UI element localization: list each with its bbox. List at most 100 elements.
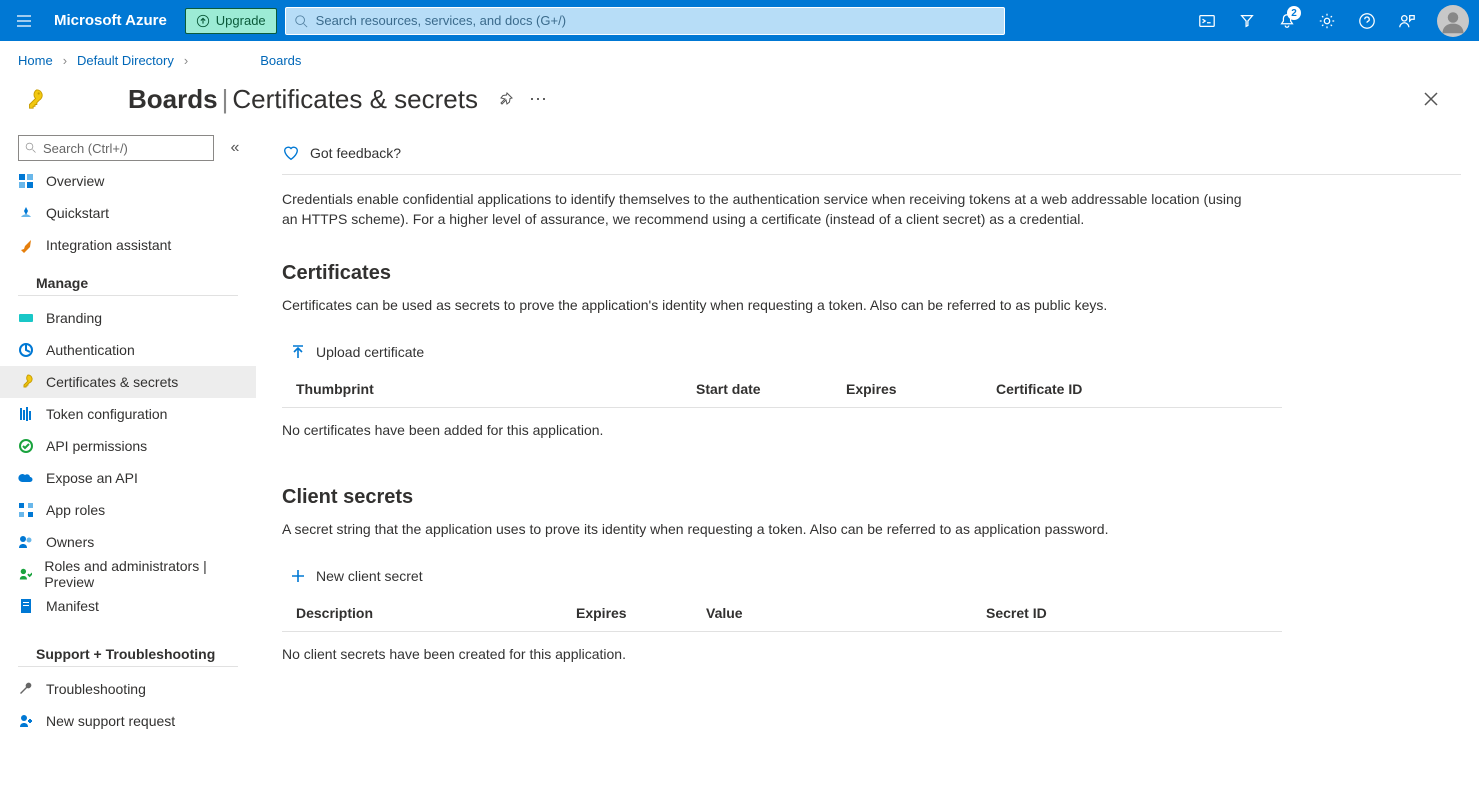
sidebar-item-label: Roles and administrators | Preview [44, 558, 238, 590]
breadcrumb-home[interactable]: Home [18, 53, 53, 68]
chevron-icon: › [184, 53, 188, 68]
notification-badge: 2 [1287, 6, 1301, 20]
admin-icon [18, 566, 32, 582]
account-button[interactable] [1437, 5, 1469, 37]
sidebar-item-expose-api[interactable]: Expose an API [0, 462, 256, 494]
upgrade-button[interactable]: Upgrade [185, 8, 277, 34]
help-button[interactable] [1347, 0, 1387, 41]
sidebar-item-owners[interactable]: Owners [0, 526, 256, 558]
gear-icon [1318, 12, 1336, 30]
help-icon [1358, 12, 1376, 30]
sidebar-group-manage: Manage [18, 261, 238, 296]
main-content: Got feedback? Credentials enable confide… [256, 131, 1479, 750]
sidebar-item-roles-admins[interactable]: Roles and administrators | Preview [0, 558, 256, 590]
certificates-desc: Certificates can be used as secrets to p… [282, 297, 1461, 313]
sidebar-item-label: Authentication [46, 342, 135, 358]
feedback-link[interactable]: Got feedback? [282, 131, 1461, 175]
new-client-secret-button[interactable]: New client secret [290, 557, 1461, 595]
sidebar-item-label: Token configuration [46, 406, 167, 422]
rocket-icon [18, 237, 34, 253]
cloud-shell-button[interactable] [1187, 0, 1227, 41]
app-key-icon [18, 88, 128, 110]
certificates-table: Thumbprint Start date Expires Certificat… [282, 371, 1282, 408]
upload-certificate-label: Upload certificate [316, 344, 424, 360]
roles-icon [18, 502, 34, 518]
sidebar-item-label: Expose an API [46, 470, 138, 486]
sidebar-item-label: Branding [46, 310, 102, 326]
new-client-secret-label: New client secret [316, 568, 423, 584]
breadcrumb-app[interactable]: Boards [260, 53, 301, 68]
sidebar-item-label: New support request [46, 713, 175, 729]
top-bar: Microsoft Azure Upgrade Search resources… [0, 0, 1479, 41]
sidebar-item-integration[interactable]: Integration assistant [0, 229, 256, 261]
search-icon [25, 142, 37, 154]
brand-label[interactable]: Microsoft Azure [48, 12, 185, 29]
sidebar-item-authentication[interactable]: Authentication [0, 334, 256, 366]
col-thumbprint: Thumbprint [282, 371, 682, 408]
cloud-icon [18, 470, 34, 486]
sidebar-item-branding[interactable]: Branding [0, 302, 256, 334]
intro-text: Credentials enable confidential applicat… [282, 189, 1242, 230]
sidebar-item-label: Owners [46, 534, 94, 550]
breadcrumb: Home › Default Directory › Boards [0, 41, 1479, 79]
key-icon [18, 374, 34, 390]
sidebar-item-label: Troubleshooting [46, 681, 146, 697]
hamburger-icon[interactable] [0, 0, 48, 41]
pin-button[interactable] [490, 83, 522, 115]
certificates-empty: No certificates have been added for this… [282, 422, 1461, 438]
sidebar-item-app-roles[interactable]: App roles [0, 494, 256, 526]
col-certificate-id: Certificate ID [982, 371, 1282, 408]
menu-icon [16, 13, 32, 29]
sidebar-group-support: Support + Troubleshooting [18, 632, 238, 667]
avatar-icon [1439, 7, 1467, 35]
plus-icon [290, 568, 306, 584]
certificates-heading: Certificates [282, 262, 1461, 285]
collapse-sidebar-button[interactable]: « [222, 135, 248, 161]
secrets-desc: A secret string that the application use… [282, 521, 1461, 537]
branding-icon [18, 310, 34, 326]
sidebar-item-quickstart[interactable]: Quickstart [0, 197, 256, 229]
upload-certificate-button[interactable]: Upload certificate [290, 333, 1461, 371]
sidebar-item-label: Overview [46, 173, 104, 189]
col-value: Value [692, 595, 972, 632]
sidebar-item-token[interactable]: Token configuration [0, 398, 256, 430]
sidebar-item-overview[interactable]: Overview [0, 165, 256, 197]
token-icon [18, 406, 34, 422]
sidebar-search[interactable]: Search (Ctrl+/) [18, 135, 214, 161]
person-feedback-icon [1398, 12, 1416, 30]
sidebar-item-label: Integration assistant [46, 237, 171, 253]
search-icon [294, 14, 308, 28]
chevron-icon: › [63, 53, 67, 68]
col-start-date: Start date [682, 371, 832, 408]
sidebar-item-certificates[interactable]: Certificates & secrets [0, 366, 256, 398]
settings-button[interactable] [1307, 0, 1347, 41]
sidebar-item-label: Certificates & secrets [46, 374, 178, 390]
owners-icon [18, 534, 34, 550]
directory-filter-button[interactable] [1227, 0, 1267, 41]
page-header: Boards|Certificates & secrets ⋯ [0, 79, 1479, 131]
more-button[interactable]: ⋯ [522, 83, 554, 115]
feedback-button[interactable] [1387, 0, 1427, 41]
close-button[interactable] [1411, 79, 1451, 119]
upgrade-label: Upgrade [216, 13, 266, 28]
permissions-icon [18, 438, 34, 454]
global-search-placeholder: Search resources, services, and docs (G+… [316, 13, 566, 28]
wrench-icon [18, 681, 34, 697]
sidebar-search-placeholder: Search (Ctrl+/) [43, 141, 128, 156]
sidebar-item-api-permissions[interactable]: API permissions [0, 430, 256, 462]
sidebar-item-label: API permissions [46, 438, 147, 454]
page-title: Boards|Certificates & secrets [128, 84, 478, 115]
secrets-table: Description Expires Value Secret ID [282, 595, 1282, 632]
notifications-button[interactable]: 2 [1267, 0, 1307, 41]
sidebar-item-support-request[interactable]: New support request [0, 705, 256, 737]
sidebar-item-troubleshooting[interactable]: Troubleshooting [0, 673, 256, 705]
sidebar-item-label: App roles [46, 502, 105, 518]
sidebar: Search (Ctrl+/) « Overview Quickstart In… [0, 131, 256, 750]
breadcrumb-directory[interactable]: Default Directory [77, 53, 174, 68]
secrets-empty: No client secrets have been created for … [282, 646, 1461, 662]
upload-icon [290, 344, 306, 360]
sidebar-item-label: Manifest [46, 598, 99, 614]
overview-icon [18, 173, 34, 189]
global-search[interactable]: Search resources, services, and docs (G+… [285, 7, 1005, 35]
sidebar-item-manifest[interactable]: Manifest [0, 590, 256, 622]
